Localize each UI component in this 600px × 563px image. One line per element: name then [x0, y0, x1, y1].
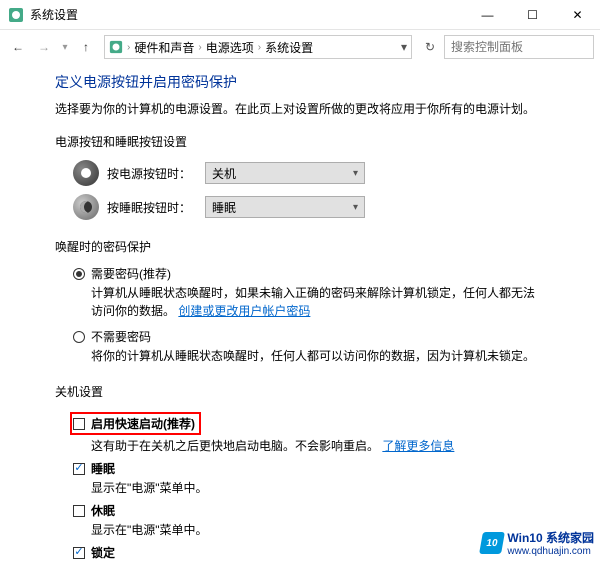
radio-label: 不需要密码	[91, 328, 151, 345]
search-box[interactable]: 🔍	[444, 35, 594, 59]
checkbox-label: 锁定	[91, 544, 115, 561]
breadcrumb-seg-hardware[interactable]: 硬件和声音	[134, 39, 194, 56]
breadcrumb-seg-power[interactable]: 电源选项	[206, 39, 254, 56]
back-button[interactable]: ←	[6, 35, 30, 59]
section-power-buttons: 电源按钮和睡眠按钮设置	[55, 133, 545, 150]
chevron-right-icon: ›	[258, 42, 261, 53]
power-button-select[interactable]: 关机 ▾	[205, 162, 365, 184]
watermark-url: www.qdhuajin.com	[507, 546, 594, 557]
radio-input-checked[interactable]	[73, 268, 85, 280]
checkbox-desc: 显示在"电源"菜单中。	[91, 479, 545, 496]
power-button-value: 关机	[212, 165, 236, 182]
radio-desc: 计算机从睡眠状态唤醒时，如果未输入正确的密码来解除计算机锁定，任何人都无法访问你…	[91, 284, 545, 320]
checkbox-row-lock: ✓ 锁定	[73, 544, 545, 561]
power-button-row: 按电源按钮时： 关机 ▾	[73, 160, 545, 186]
titlebar: 系统设置 — ☐ ✕	[0, 0, 600, 30]
forward-button[interactable]: →	[32, 35, 56, 59]
content: 定义电源按钮并启用密码保护 选择要为你的计算机的电源设置。在此页上对设置所做的更…	[0, 64, 600, 563]
checkbox-desc: 显示在"电源"菜单中。	[91, 521, 545, 538]
chevron-right-icon: ›	[127, 42, 130, 53]
navbar: ← → ▾ ↑ › 硬件和声音 › 电源选项 › 系统设置 ▾ ↻ 🔍	[0, 30, 600, 64]
checkbox-row-hibernate: 休眠	[73, 502, 545, 519]
power-icon	[73, 160, 99, 186]
checkbox-label: 休眠	[91, 502, 115, 519]
radio-input-unchecked[interactable]	[73, 331, 85, 343]
refresh-button[interactable]: ↻	[418, 35, 442, 59]
window-title: 系统设置	[30, 6, 465, 23]
watermark: 10 Win10 系统家园 www.qdhuajin.com	[481, 529, 594, 557]
sleep-button-label: 按睡眠按钮时：	[107, 199, 197, 216]
power-button-label: 按电源按钮时：	[107, 165, 197, 182]
close-button[interactable]: ✕	[555, 0, 600, 30]
watermark-brand: Win10 系统家园	[507, 529, 594, 546]
breadcrumb-seg-current[interactable]: 系统设置	[265, 39, 313, 56]
checkbox-lock[interactable]: ✓	[73, 547, 85, 559]
sleep-button-value: 睡眠	[212, 199, 236, 216]
radio-no-password[interactable]: 不需要密码	[73, 328, 545, 345]
window-controls: — ☐ ✕	[465, 0, 600, 30]
control-panel-icon	[8, 7, 24, 23]
chevron-right-icon: ›	[198, 42, 201, 53]
section-shutdown: 关机设置	[55, 383, 545, 400]
checkbox-hibernate[interactable]	[73, 505, 85, 517]
checkbox-fast-startup[interactable]	[73, 418, 85, 430]
radio-desc: 将你的计算机从睡眠状态唤醒时，任何人都可以访问你的数据，因为计算机未锁定。	[91, 347, 545, 365]
watermark-logo-icon: 10	[479, 532, 505, 554]
section-wake-password: 唤醒时的密码保护	[55, 238, 545, 255]
checkbox-sleep[interactable]: ✓	[73, 463, 85, 475]
search-input[interactable]	[451, 40, 600, 54]
sleep-button-select[interactable]: 睡眠 ▾	[205, 196, 365, 218]
up-button[interactable]: ↑	[74, 35, 98, 59]
breadcrumb[interactable]: › 硬件和声音 › 电源选项 › 系统设置 ▾	[104, 35, 412, 59]
breadcrumb-dropdown[interactable]: ▾	[401, 40, 407, 54]
chevron-down-icon: ▾	[353, 202, 358, 213]
history-dropdown[interactable]: ▾	[58, 35, 72, 59]
maximize-button[interactable]: ☐	[510, 0, 555, 30]
link-learn-more[interactable]: 了解更多信息	[382, 439, 454, 453]
sleep-icon	[73, 194, 99, 220]
checkbox-label: 睡眠	[91, 460, 115, 477]
breadcrumb-root-icon	[109, 40, 123, 54]
radio-label: 需要密码(推荐)	[91, 265, 171, 282]
sleep-button-row: 按睡眠按钮时： 睡眠 ▾	[73, 194, 545, 220]
checkbox-row-sleep: ✓ 睡眠	[73, 460, 545, 477]
chevron-down-icon: ▾	[353, 168, 358, 179]
page-heading: 定义电源按钮并启用密码保护	[55, 72, 545, 92]
checkbox-label: 启用快速启动(推荐)	[91, 415, 195, 432]
link-create-password[interactable]: 创建或更改用户帐户密码	[178, 304, 310, 318]
radio-require-password[interactable]: 需要密码(推荐)	[73, 265, 545, 282]
highlighted-fast-startup: 启用快速启动(推荐)	[70, 412, 201, 435]
page-subtitle: 选择要为你的计算机的电源设置。在此页上对设置所做的更改将应用于你所有的电源计划。	[55, 100, 545, 117]
checkbox-desc: 这有助于在关机之后更快地启动电脑。不会影响重启。 了解更多信息	[91, 437, 545, 454]
minimize-button[interactable]: —	[465, 0, 510, 30]
